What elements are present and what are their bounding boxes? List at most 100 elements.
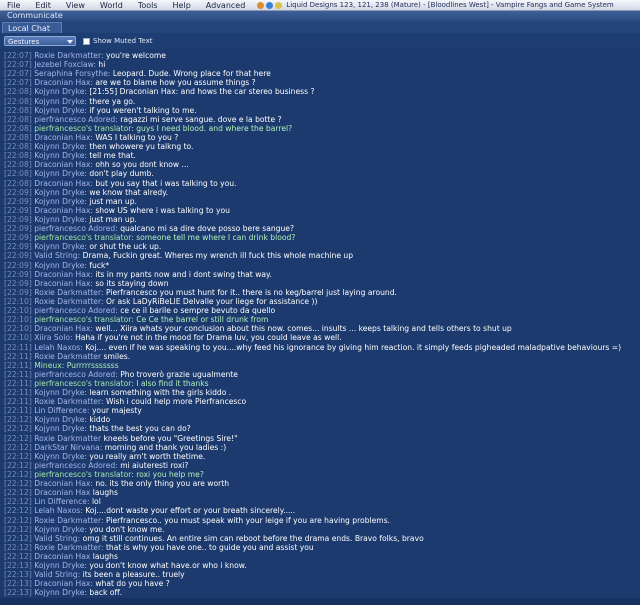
chat-message: Purrrrrsssssss — [66, 360, 119, 370]
chat-speaker[interactable]: Draconian Hax — [34, 78, 90, 87]
chat-speaker[interactable]: Lin Difference — [34, 497, 87, 506]
chat-speaker[interactable]: Valid String — [34, 570, 77, 579]
chat-message: thats the best you can do? — [89, 424, 191, 434]
chat-message: Or ask LaDyRiBeLlE Delvalle your liege f… — [105, 296, 318, 306]
chat-line: [22:11] Lin Difference: your majesty — [4, 406, 636, 415]
chat-timestamp: [22:12] — [4, 415, 32, 425]
menu-tools[interactable]: Tools — [131, 1, 166, 10]
chat-speaker[interactable]: Kojynn Dryke — [34, 215, 84, 224]
chat-speaker[interactable]: pierfrancesco Adored — [34, 370, 115, 379]
chat-speaker[interactable]: Kojynn Dryke — [34, 188, 84, 197]
chat-speaker[interactable]: Lelah Naxos — [34, 343, 80, 352]
chat-speaker[interactable]: pierfrancesco Adored — [34, 224, 115, 233]
chat-speaker[interactable]: Roxie Darkmatter — [34, 51, 101, 60]
chat-speaker[interactable]: Kojynn Dryke — [34, 452, 84, 461]
chat-speaker[interactable]: Roxie Darkmatter — [34, 397, 101, 406]
chat-speaker[interactable]: Roxie Darkmatter — [34, 434, 101, 443]
chat-speaker[interactable]: Kojynn Dryke — [34, 388, 84, 397]
chat-speaker[interactable]: Draconian Hax — [34, 488, 90, 497]
chat-history[interactable]: [22:07] Roxie Darkmatter: you're welcome… — [4, 51, 636, 597]
chat-message: don't play dumb. — [89, 169, 154, 179]
chat-line: [22:11] Roxie Darkmatter: Wish i could h… — [4, 397, 636, 406]
chat-speaker[interactable]: Kojynn Dryke — [34, 169, 84, 178]
chat-speaker[interactable]: Kojynn Dryke — [34, 525, 84, 534]
menu-help[interactable]: Help — [166, 1, 199, 10]
money-icon[interactable] — [257, 1, 265, 9]
chat-speaker[interactable]: Roxie Darkmatter — [34, 352, 101, 361]
chat-speaker[interactable]: Draconian Hax — [34, 179, 90, 188]
location-label[interactable]: Liquid Designs 123, 121, 238 (Mature) - … — [286, 1, 613, 9]
chat-speaker[interactable]: Draconian Hax — [34, 579, 90, 588]
menu-world[interactable]: World — [93, 1, 131, 10]
chat-speaker[interactable]: Kojynn Dryke — [34, 151, 84, 160]
chat-line: [22:09] Kojynn Dryke: fuck* — [4, 261, 636, 270]
chat-speaker[interactable]: Draconian Hax — [34, 479, 90, 488]
chat-speaker[interactable]: pierfrancesco's translator — [34, 379, 131, 388]
chat-speaker[interactable]: Kojynn Dryke — [34, 424, 84, 433]
chat-speaker[interactable]: Draconian Hax — [34, 270, 90, 279]
chat-timestamp: [22:08] — [4, 105, 32, 115]
chat-speaker[interactable]: DarkStar Nirvana — [34, 443, 100, 452]
chat-speaker[interactable]: Roxie Darkmatter — [34, 516, 101, 525]
chat-speaker[interactable]: pierfrancesco's translator — [34, 470, 131, 479]
chat-speaker[interactable]: pierfrancesco Adored — [34, 115, 115, 124]
chat-speaker[interactable]: Lin Difference — [34, 406, 87, 415]
menu-file[interactable]: File — [0, 1, 28, 10]
chat-speaker[interactable]: Draconian Hax — [34, 133, 90, 142]
chat-speaker[interactable]: Kojynn Dryke — [34, 588, 84, 597]
chat-speaker[interactable]: Seraphina Forsythe — [34, 69, 108, 78]
chat-speaker[interactable]: pierfrancesco's translator — [34, 124, 131, 133]
chat-speaker[interactable]: Kojynn Dryke — [34, 415, 84, 424]
chat-speaker[interactable]: Roxie Darkmatter — [34, 288, 101, 297]
globe-icon[interactable] — [266, 1, 274, 9]
chat-speaker[interactable]: Kojynn Dryke — [34, 87, 84, 96]
chat-speaker[interactable]: Kojynn Dryke — [34, 242, 84, 251]
chat-speaker[interactable]: Kojynn Dryke — [34, 197, 84, 206]
chat-timestamp: [22:08] — [4, 132, 32, 142]
chat-speaker[interactable]: Xiira Solo — [34, 333, 70, 342]
chat-line: [22:09] Kojynn Dryke: we know that alred… — [4, 188, 636, 197]
chat-speaker[interactable]: Kojynn Dryke — [34, 106, 84, 115]
chat-timestamp: [22:12] — [4, 488, 32, 498]
chat-timestamp: [22:13] — [4, 561, 32, 571]
chat-line: [22:08] Kojynn Dryke: [21:55] Draconian … — [4, 87, 636, 96]
chat-input-bar[interactable] — [0, 598, 640, 605]
chat-message: but you say that i was talking to you. — [95, 178, 237, 188]
chat-speaker[interactable]: Roxie Darkmatter — [34, 297, 101, 306]
chat-speaker[interactable]: Draconian Hax — [34, 324, 90, 333]
chat-speaker[interactable]: Kojynn Dryke — [34, 97, 84, 106]
chat-message: what do you have ? — [95, 579, 170, 589]
chat-line: [22:12] Valid String: omg it still conti… — [4, 534, 636, 543]
chat-speaker[interactable]: Kojynn Dryke — [34, 142, 84, 151]
show-muted-toggle[interactable]: Show Muted Text — [83, 36, 152, 46]
chat-speaker[interactable]: Jezebel Foxclaw — [34, 60, 93, 69]
chat-speaker[interactable]: Draconian Hax — [34, 160, 90, 169]
chat-timestamp: [22:12] — [4, 442, 32, 452]
tab-local-chat[interactable]: Local Chat — [2, 22, 62, 33]
chat-speaker[interactable]: pierfrancesco's translator — [34, 315, 131, 324]
chat-speaker[interactable]: Draconian Hax — [34, 552, 90, 561]
chevron-down-icon — [67, 40, 73, 44]
chat-message: ce ce il barile o sempre bevuto da quell… — [120, 306, 276, 316]
chat-timestamp: [22:11] — [4, 406, 32, 416]
chat-speaker[interactable]: Valid String — [34, 251, 77, 260]
menu-edit[interactable]: Edit — [28, 1, 59, 10]
chat-message: well... Xiira whats your conclusion abou… — [95, 324, 512, 334]
chat-speaker[interactable]: Draconian Hax — [34, 206, 90, 215]
show-muted-checkbox[interactable] — [83, 37, 90, 45]
chat-speaker[interactable]: Valid String — [34, 534, 77, 543]
chat-speaker[interactable]: Mineux — [34, 361, 61, 370]
chat-speaker[interactable]: pierfrancesco Adored — [34, 461, 115, 470]
chat-speaker[interactable]: Kojynn Dryke — [34, 261, 84, 270]
menu-view[interactable]: View — [59, 1, 93, 10]
chat-speaker[interactable]: Lelah Naxos — [34, 506, 80, 515]
gestures-dropdown[interactable]: Gestures — [4, 36, 76, 46]
chat-speaker[interactable]: Draconian Hax — [34, 279, 90, 288]
chat-line: [22:07] Seraphina Forsythe: Leopard. Dud… — [4, 69, 636, 78]
menu-advanced[interactable]: Advanced — [199, 1, 254, 10]
chat-speaker[interactable]: Roxie Darkmatter — [34, 543, 101, 552]
chat-speaker[interactable]: Kojynn Dryke — [34, 561, 84, 570]
chat-speaker[interactable]: pierfrancesco's translator — [34, 233, 131, 242]
chat-timestamp: [22:11] — [4, 388, 32, 398]
chat-speaker[interactable]: pierfrancesco Adored — [34, 306, 115, 315]
